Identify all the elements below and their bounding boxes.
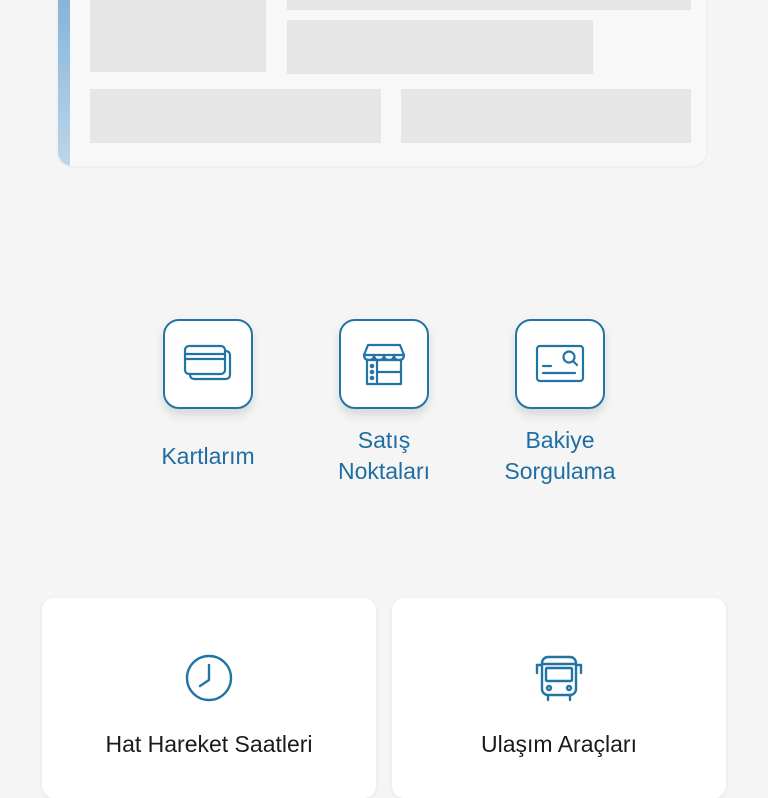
satis-noktalari-label-line1: Satış xyxy=(357,427,411,453)
cards-icon xyxy=(183,344,232,381)
bus-icon xyxy=(535,655,583,702)
kartlarim-label: Kartlarım xyxy=(118,425,298,487)
quick-action-satis-noktalari[interactable]: Satış Noktaları xyxy=(294,319,474,487)
quick-action-bakiye-sorgulama[interactable]: Bakiye Sorgulama xyxy=(470,319,650,487)
hat-hareket-saatleri-title: Hat Hareket Saatleri xyxy=(105,731,313,757)
skeleton-line xyxy=(287,20,593,74)
skeleton-line xyxy=(401,89,691,143)
skeleton-accent-bar xyxy=(58,0,70,166)
skeleton-line xyxy=(90,89,381,143)
bakiye-sorgulama-label: Bakiye Sorgulama xyxy=(470,425,650,487)
ulasim-araclari-card[interactable]: Ulaşım Araçları xyxy=(392,598,726,798)
bakiye-sorgulama-tile[interactable] xyxy=(515,319,605,409)
balance-card-search-icon xyxy=(535,344,585,383)
satis-noktalari-tile[interactable] xyxy=(339,319,429,409)
skeleton-line xyxy=(287,0,691,10)
hat-hareket-saatleri-card[interactable]: Hat Hareket Saatleri xyxy=(42,598,376,798)
satis-noktalari-label-line2: Noktaları xyxy=(337,458,431,484)
bakiye-sorgulama-label-line1: Bakiye xyxy=(525,427,595,453)
loading-skeleton-card xyxy=(58,0,706,166)
bakiye-sorgulama-label-line2: Sorgulama xyxy=(504,458,616,484)
quick-action-kartlarim[interactable]: Kartlarım xyxy=(118,319,298,487)
clock-icon xyxy=(185,654,233,702)
satis-noktalari-label: Satış Noktaları xyxy=(294,425,474,487)
store-icon xyxy=(362,343,406,386)
kartlarim-label-text: Kartlarım xyxy=(161,442,255,469)
ulasim-araclari-title: Ulaşım Araçları xyxy=(481,731,637,757)
kartlarim-tile[interactable] xyxy=(163,319,253,409)
skeleton-block xyxy=(90,0,266,72)
